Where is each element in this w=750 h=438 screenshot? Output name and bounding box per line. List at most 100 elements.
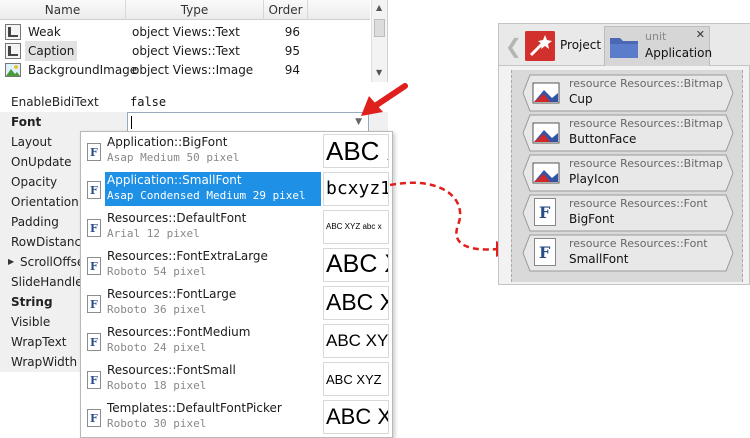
member-order: 95 bbox=[284, 44, 300, 58]
font-name: Resources::DefaultFont bbox=[107, 211, 247, 225]
property-name: Opacity bbox=[11, 175, 58, 189]
resource-kind: resource Resources::Bitmap bbox=[569, 157, 724, 170]
bitmap-icon bbox=[532, 122, 560, 144]
resource-brick[interactable]: F resource Resources::Font SmallFont bbox=[522, 234, 734, 272]
member-name: Weak bbox=[28, 25, 61, 39]
text-member-icon bbox=[5, 43, 21, 59]
member-type: object Views::Text bbox=[132, 25, 240, 39]
scroll-down-icon[interactable]: ▼ bbox=[376, 68, 382, 77]
scrollbar-thumb[interactable] bbox=[374, 19, 385, 37]
font-list-item[interactable]: F Templates::DefaultFontPickerRoboto 30 … bbox=[81, 398, 392, 436]
font-description: Roboto 24 pixel bbox=[107, 341, 207, 354]
resource-kind: resource Resources::Bitmap bbox=[569, 77, 724, 90]
font-description: Roboto 36 pixel bbox=[107, 303, 207, 316]
members-list: Name Type Order Weak object Views::Text … bbox=[0, 0, 388, 82]
member-row[interactable]: BackgroundImage object Views::Image 94 bbox=[0, 60, 370, 80]
project-tab-bar: ❮ Project unit Application ✕ bbox=[499, 24, 750, 66]
column-header-name[interactable]: Name bbox=[0, 0, 126, 20]
property-name: SlideHandler bbox=[11, 275, 88, 289]
font-preview: ABC XYZ bbox=[323, 362, 389, 396]
member-row[interactable]: Caption object Views::Text 95 bbox=[0, 41, 370, 61]
resource-brick[interactable]: resource Resources::Bitmap ButtonFace bbox=[522, 114, 734, 152]
font-list-item[interactable]: F Resources::FontSmall Roboto 18 pixel AB… bbox=[81, 360, 392, 398]
font-icon: F bbox=[87, 219, 101, 237]
font-name: Resources::FontMedium bbox=[107, 325, 251, 339]
font-list-item[interactable]: F Resources::FontMediumRoboto 24 pixel A… bbox=[81, 322, 392, 360]
scroll-up-icon[interactable]: ▲ bbox=[376, 3, 382, 12]
font-list-item[interactable]: F Resources::FontLargeRoboto 36 pixel AB… bbox=[81, 284, 392, 322]
property-name: WrapWidth bbox=[11, 355, 78, 369]
font-description: Asap Condensed Medium 29 pixel bbox=[107, 189, 306, 202]
property-name: Padding bbox=[11, 215, 59, 229]
back-arrow-icon[interactable]: ❮ bbox=[505, 34, 522, 58]
font-icon: F bbox=[87, 409, 101, 427]
tab-unit-kind: unit bbox=[645, 30, 667, 43]
resource-brick[interactable]: resource Resources::Bitmap PlayIcon bbox=[522, 154, 734, 192]
font-preview: bcxyz1 bbox=[323, 172, 389, 206]
font-value-field[interactable]: ▼ bbox=[127, 112, 369, 132]
font-icon: F bbox=[534, 198, 556, 226]
resource-name: BigFont bbox=[569, 212, 615, 226]
members-scrollbar[interactable]: ▲ ▼ bbox=[371, 0, 387, 82]
font-preview: ABC XY bbox=[323, 324, 389, 358]
resource-brick[interactable]: resource Resources::Bitmap Cup bbox=[522, 74, 734, 112]
property-name: RowDistance bbox=[11, 235, 89, 249]
resource-kind: resource Resources::Font bbox=[569, 237, 708, 250]
font-icon: F bbox=[87, 143, 101, 161]
property-name: String bbox=[11, 295, 53, 309]
tab-application[interactable]: unit Application ✕ bbox=[604, 26, 712, 66]
expand-triangle-icon[interactable]: ▶ bbox=[8, 257, 14, 266]
column-header-type[interactable]: Type bbox=[126, 0, 264, 20]
font-preview: ABC X bbox=[323, 286, 389, 320]
folder-icon bbox=[610, 38, 638, 58]
font-list-item-selected[interactable]: F Application::SmallFont Asap Condensed M… bbox=[81, 170, 392, 208]
property-name: EnableBidiText bbox=[11, 95, 99, 109]
font-name: Templates::DefaultFontPicker bbox=[107, 401, 282, 415]
text-member-icon bbox=[5, 24, 21, 40]
member-row[interactable]: Weak object Views::Text 96 bbox=[0, 22, 370, 42]
property-row-font[interactable]: Font ▼ bbox=[0, 112, 388, 132]
project-logo-icon bbox=[525, 31, 555, 61]
property-name: Orientation bbox=[11, 195, 79, 209]
property-name: Visible bbox=[11, 315, 51, 329]
resource-brick[interactable]: F resource Resources::Font BigFont bbox=[522, 194, 734, 232]
font-description: Arial 12 pixel bbox=[107, 227, 200, 240]
resource-name: ButtonFace bbox=[569, 132, 637, 146]
members-header: Name Type Order bbox=[0, 0, 370, 20]
font-preview: ABC X bbox=[323, 248, 389, 282]
font-description: Asap Medium 50 pixel bbox=[107, 151, 240, 164]
property-name: WrapText bbox=[11, 335, 67, 349]
property-name: OnUpdate bbox=[11, 155, 72, 169]
font-icon: F bbox=[87, 295, 101, 313]
property-name: Layout bbox=[11, 135, 52, 149]
font-icon: F bbox=[87, 257, 101, 275]
resource-name: SmallFont bbox=[569, 252, 629, 266]
member-order: 94 bbox=[284, 63, 300, 77]
font-description: Roboto 30 pixel bbox=[107, 417, 207, 430]
font-name: Application::SmallFont bbox=[107, 173, 242, 187]
project-window: ❮ Project unit Application ✕ resource Re… bbox=[498, 23, 750, 285]
member-order: 96 bbox=[284, 25, 300, 39]
font-dropdown-list[interactable]: F Application::BigFontAsap Medium 50 pix… bbox=[80, 131, 393, 438]
property-row-enablebiditext[interactable]: EnableBidiText false bbox=[0, 92, 388, 112]
tab-project-label: Project bbox=[560, 38, 602, 52]
bitmap-icon bbox=[532, 82, 560, 104]
column-header-order[interactable]: Order bbox=[264, 0, 308, 20]
font-list-item[interactable]: F Application::BigFontAsap Medium 50 pix… bbox=[81, 132, 392, 170]
font-name: Application::BigFont bbox=[107, 135, 228, 149]
close-icon[interactable]: ✕ bbox=[696, 28, 705, 41]
font-name: Resources::FontLarge bbox=[107, 287, 237, 301]
font-preview: ABC X bbox=[323, 134, 389, 168]
red-pointer-arrow-icon bbox=[361, 83, 408, 116]
font-list-item[interactable]: F Resources::FontExtraLarge Roboto 54 pix… bbox=[81, 246, 392, 284]
font-list-item[interactable]: F Resources::DefaultFontArial 12 pixel A… bbox=[81, 208, 392, 246]
property-value[interactable]: false bbox=[130, 92, 166, 112]
text-caret bbox=[131, 116, 132, 129]
resource-brick-area: resource Resources::Bitmap Cup resource … bbox=[511, 70, 743, 282]
font-preview: ABC XYZ abc x bbox=[323, 210, 389, 244]
property-name: ScrollOffset bbox=[20, 255, 89, 269]
font-description: Roboto 18 pixel bbox=[107, 379, 207, 392]
tab-project[interactable]: Project bbox=[523, 28, 603, 64]
resource-kind: resource Resources::Bitmap bbox=[569, 117, 724, 130]
font-icon: F bbox=[87, 333, 101, 351]
